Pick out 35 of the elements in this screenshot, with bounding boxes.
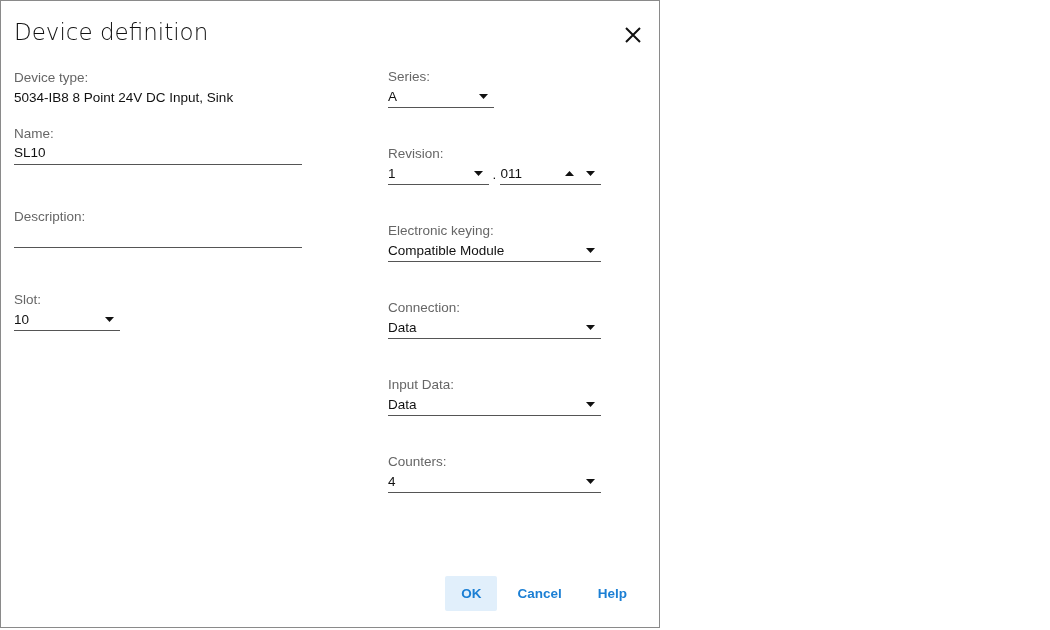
close-icon (625, 27, 641, 43)
caret-icon (586, 402, 595, 407)
caret-icon (586, 248, 595, 253)
dialog-button[interactable]: OK (445, 576, 498, 611)
field-label: Revision: (388, 145, 445, 163)
caret-icon (586, 479, 595, 484)
dialog-title: Device definition (14, 19, 209, 45)
dropdown[interactable]: Data (388, 317, 601, 339)
field-label: Connection: (388, 299, 462, 317)
field-label: Electronic keying: (388, 222, 495, 240)
caret-icon (473, 171, 483, 176)
caret-icon (586, 325, 595, 330)
dropdown[interactable]: Data (388, 394, 601, 416)
dropdown[interactable]: 10 (14, 309, 120, 331)
spin-field[interactable]: 011 (500, 163, 601, 185)
close-button[interactable] (623, 25, 643, 45)
field-label: Series: (388, 68, 432, 86)
caret-icon (479, 94, 488, 99)
caret-icon (105, 317, 114, 322)
separator-dot: . (491, 166, 498, 184)
text-field[interactable]: SL10 (14, 143, 302, 165)
dropdown[interactable]: A (388, 86, 494, 108)
device-type-value: 5034-IB8 8 Point 24V DC Input, Sink (14, 89, 235, 107)
field-label: Input Data: (388, 376, 456, 394)
field-label: Description: (14, 208, 87, 226)
field-label: Device type: (14, 69, 90, 87)
field-label: Name: (14, 125, 55, 143)
dropdown[interactable]: 4 (388, 471, 601, 493)
field-label: Slot: (14, 291, 42, 309)
field-label: Counters: (388, 453, 448, 471)
dialog-button[interactable]: Cancel (501, 576, 578, 611)
dialog-button[interactable]: Help (581, 576, 643, 611)
dropdown[interactable]: Compatible Module (388, 240, 601, 262)
spin-arrows-icon (565, 170, 595, 177)
dropdown[interactable]: 1 (388, 163, 489, 185)
